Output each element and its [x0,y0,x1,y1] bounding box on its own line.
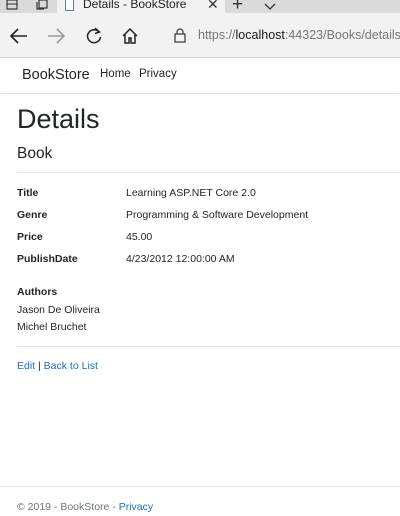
url-host: localhost [235,28,285,42]
tab-actions-icon[interactable] [2,0,22,13]
field-value-genre: Programming & Software Development [126,209,309,221]
divider [17,346,400,347]
footer-text: © 2019 - BookStore - [17,501,119,513]
browser-toolbar: https://localhost:44323/Books/details [0,13,400,58]
field-label-title: Title [17,187,39,199]
tab-details[interactable]: Details - BookStore ✕ [57,0,225,13]
page-icon [65,0,74,11]
browser-tab-strip: Details - BookStore ✕ + [0,0,400,13]
back-to-list-link[interactable]: Back to List [44,360,98,372]
back-arrow-icon[interactable] [6,23,32,49]
footer-privacy-link[interactable]: Privacy [119,501,153,513]
page-subtitle: Book [17,145,53,162]
address-bar[interactable]: https://localhost:44323/Books/details [160,21,400,51]
page-title: Details [17,104,100,134]
chevron-down-icon[interactable] [264,0,276,13]
url-scheme: https:// [198,28,236,42]
field-value-publishdate: 4/23/2012 12:00:00 AM [126,253,235,265]
tab-title: Details - BookStore [83,0,187,11]
home-icon[interactable] [117,23,143,49]
close-tab-icon[interactable]: ✕ [207,0,219,13]
link-separator: | [38,360,41,372]
forward-arrow-icon[interactable] [43,23,69,49]
author-item: Jason De Oliveira [17,304,100,316]
field-label-price: Price [17,231,43,243]
nav-link-home[interactable]: Home [100,68,131,80]
footer: © 2019 - BookStore - Privacy [17,501,153,513]
field-value-price: 45.00 [126,231,153,243]
refresh-icon[interactable] [81,23,107,49]
divider [17,172,400,173]
action-links: Edit | Back to List [17,360,98,372]
edit-link[interactable]: Edit [17,360,35,372]
footer-divider [0,486,400,487]
url-path: :44323/Books/details [284,28,400,42]
lock-icon[interactable] [174,28,186,48]
new-tab-icon[interactable]: + [232,0,243,13]
nav-link-privacy[interactable]: Privacy [139,68,177,80]
url-text[interactable]: https://localhost:44323/Books/details [198,28,400,42]
brand-link[interactable]: BookStore [22,67,90,83]
field-value-title: Learning ASP.NET Core 2.0 [126,187,256,199]
field-label-genre: Genre [17,209,48,221]
set-aside-tabs-icon[interactable] [32,0,52,13]
author-item: Michel Bruchet [17,321,87,333]
authors-heading: Authors [17,286,58,298]
field-label-publishdate: PublishDate [17,253,78,265]
site-navbar: BookStore Home Privacy [0,59,400,94]
